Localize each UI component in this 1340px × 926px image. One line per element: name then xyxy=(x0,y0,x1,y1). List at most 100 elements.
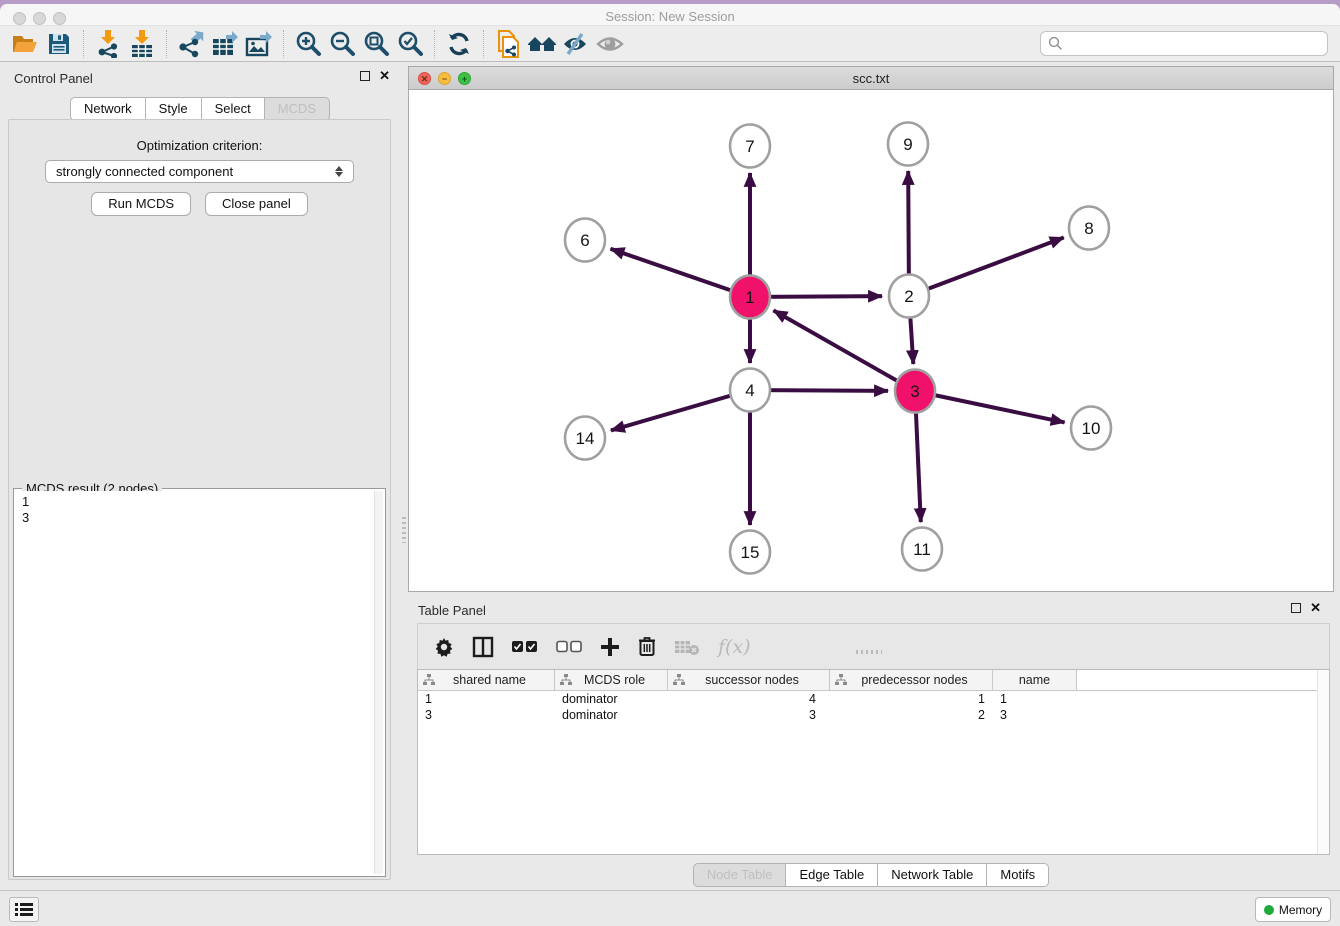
svg-text:3: 3 xyxy=(910,382,919,401)
window-titlebar: Session: New Session xyxy=(0,4,1340,26)
mcds-panel-body: Optimization criterion: strongly connect… xyxy=(8,119,391,880)
tab-network[interactable]: Network xyxy=(70,97,146,121)
graph-node-7[interactable]: 7 xyxy=(730,125,770,168)
clone-network-icon[interactable] xyxy=(491,29,525,59)
graph-node-8[interactable]: 8 xyxy=(1069,207,1109,250)
graph-node-9[interactable]: 9 xyxy=(888,123,928,166)
cell-mcds-role[interactable]: dominator xyxy=(555,708,668,722)
cell-mcds-role[interactable]: dominator xyxy=(555,692,668,706)
search-field[interactable] xyxy=(1040,31,1328,56)
gear-icon[interactable] xyxy=(434,637,454,657)
graph-node-2[interactable]: 2 xyxy=(889,275,929,318)
table-toolbar: f(x) xyxy=(417,623,1330,669)
node-table[interactable]: shared name MCDS role successor nodes pr… xyxy=(417,669,1330,855)
zoom-in-icon[interactable] xyxy=(291,29,325,59)
result-line: 1 xyxy=(22,494,377,510)
graph-edge-4-14[interactable] xyxy=(611,390,750,430)
graph-edge-2-8[interactable] xyxy=(909,238,1064,296)
toolbar-separator xyxy=(166,30,167,58)
column-header-shared-name[interactable]: shared name xyxy=(418,670,555,690)
memory-button[interactable]: Memory xyxy=(1255,897,1331,922)
graph-node-11[interactable]: 11 xyxy=(902,528,942,571)
tab-motifs[interactable]: Motifs xyxy=(986,863,1049,887)
split-pane-grip[interactable] xyxy=(402,517,406,543)
graph-node-4[interactable]: 4 xyxy=(730,369,770,412)
cell-successor-nodes[interactable]: 4 xyxy=(668,692,830,706)
svg-text:15: 15 xyxy=(741,543,760,562)
hide-details-eye-icon[interactable] xyxy=(559,29,593,59)
svg-text:9: 9 xyxy=(903,135,912,154)
cell-name[interactable]: 3 xyxy=(993,708,1077,722)
column-header-name[interactable]: name xyxy=(993,670,1077,690)
graph-node-3[interactable]: 3 xyxy=(895,370,935,413)
trash-icon[interactable] xyxy=(638,636,656,657)
toolbar-separator xyxy=(483,30,484,58)
select-all-checkboxes-icon[interactable] xyxy=(512,640,538,653)
svg-text:14: 14 xyxy=(576,429,595,448)
open-file-icon[interactable] xyxy=(8,29,42,59)
svg-text:7: 7 xyxy=(745,137,754,156)
mcds-result-text[interactable]: 1 3 xyxy=(16,491,383,874)
zoom-fit-icon[interactable] xyxy=(359,29,393,59)
import-table-icon[interactable] xyxy=(125,29,159,59)
refresh-icon[interactable] xyxy=(442,29,476,59)
float-panel-icon[interactable] xyxy=(360,71,370,81)
zoom-out-icon[interactable] xyxy=(325,29,359,59)
cell-name[interactable]: 1 xyxy=(993,692,1077,706)
tab-style[interactable]: Style xyxy=(145,97,202,121)
split-columns-icon[interactable] xyxy=(472,636,494,658)
cell-shared-name[interactable]: 1 xyxy=(418,692,555,706)
mcds-result-group: MCDS result (2 nodes) 1 3 xyxy=(13,488,386,877)
close-panel-icon[interactable]: ✕ xyxy=(379,71,390,81)
cell-shared-name[interactable]: 3 xyxy=(418,708,555,722)
unselect-all-checkboxes-icon[interactable] xyxy=(556,640,582,653)
tab-mcds[interactable]: MCDS xyxy=(264,97,330,121)
task-history-button[interactable] xyxy=(9,897,39,922)
graph-edge-1-6[interactable] xyxy=(611,249,750,297)
table-panel: Table Panel ✕ xyxy=(408,594,1334,890)
tab-network-table[interactable]: Network Table xyxy=(877,863,987,887)
selected-option: strongly connected component xyxy=(56,164,335,179)
main-toolbar xyxy=(0,26,1340,62)
toolbar-separator xyxy=(434,30,435,58)
close-panel-button[interactable]: Close panel xyxy=(205,192,308,216)
split-pane-grip[interactable] xyxy=(856,650,882,654)
tab-node-table[interactable]: Node Table xyxy=(693,863,787,887)
search-input[interactable] xyxy=(1063,33,1327,54)
graph-node-10[interactable]: 10 xyxy=(1071,407,1111,450)
ndex-home-icon[interactable] xyxy=(525,29,559,59)
graph-edge-3-1[interactable] xyxy=(773,310,915,391)
graph-node-1[interactable]: 1 xyxy=(730,276,770,319)
export-table-icon[interactable] xyxy=(208,29,242,59)
network-graph[interactable]: 7 9 6 8 1 2 4 3 14 10 15 11 xyxy=(409,90,1333,591)
close-panel-icon[interactable]: ✕ xyxy=(1310,603,1321,613)
toolbar-separator xyxy=(83,30,84,58)
table-row[interactable]: 1 dominator 4 1 1 xyxy=(418,691,1329,707)
export-image-icon[interactable] xyxy=(242,29,276,59)
add-icon[interactable] xyxy=(600,637,620,657)
cell-successor-nodes[interactable]: 3 xyxy=(668,708,830,722)
tab-edge-table[interactable]: Edge Table xyxy=(785,863,878,887)
save-session-icon[interactable] xyxy=(42,29,76,59)
graph-edge-3-10[interactable] xyxy=(915,391,1065,422)
zoom-selected-icon[interactable] xyxy=(393,29,427,59)
cell-predecessor-nodes[interactable]: 2 xyxy=(830,708,993,722)
tab-select[interactable]: Select xyxy=(201,97,265,121)
result-scrollbar[interactable] xyxy=(374,491,383,874)
network-canvas[interactable]: 7 9 6 8 1 2 4 3 14 10 15 11 xyxy=(408,89,1334,592)
optimization-criterion-select[interactable]: strongly connected component xyxy=(45,160,354,183)
graph-node-6[interactable]: 6 xyxy=(565,219,605,262)
run-mcds-button[interactable]: Run MCDS xyxy=(91,192,191,216)
table-scrollbar[interactable] xyxy=(1317,670,1329,854)
graph-node-14[interactable]: 14 xyxy=(565,417,605,460)
cell-predecessor-nodes[interactable]: 1 xyxy=(830,692,993,706)
column-header-predecessor-nodes[interactable]: predecessor nodes xyxy=(830,670,993,690)
export-network-icon[interactable] xyxy=(174,29,208,59)
network-window-titlebar[interactable]: ✕ − + scc.txt xyxy=(408,66,1334,89)
table-row[interactable]: 3 dominator 3 2 3 xyxy=(418,707,1329,723)
column-header-mcds-role[interactable]: MCDS role xyxy=(555,670,668,690)
column-header-successor-nodes[interactable]: successor nodes xyxy=(668,670,830,690)
graph-node-15[interactable]: 15 xyxy=(730,531,770,574)
import-network-icon[interactable] xyxy=(91,29,125,59)
float-panel-icon[interactable] xyxy=(1291,603,1301,613)
